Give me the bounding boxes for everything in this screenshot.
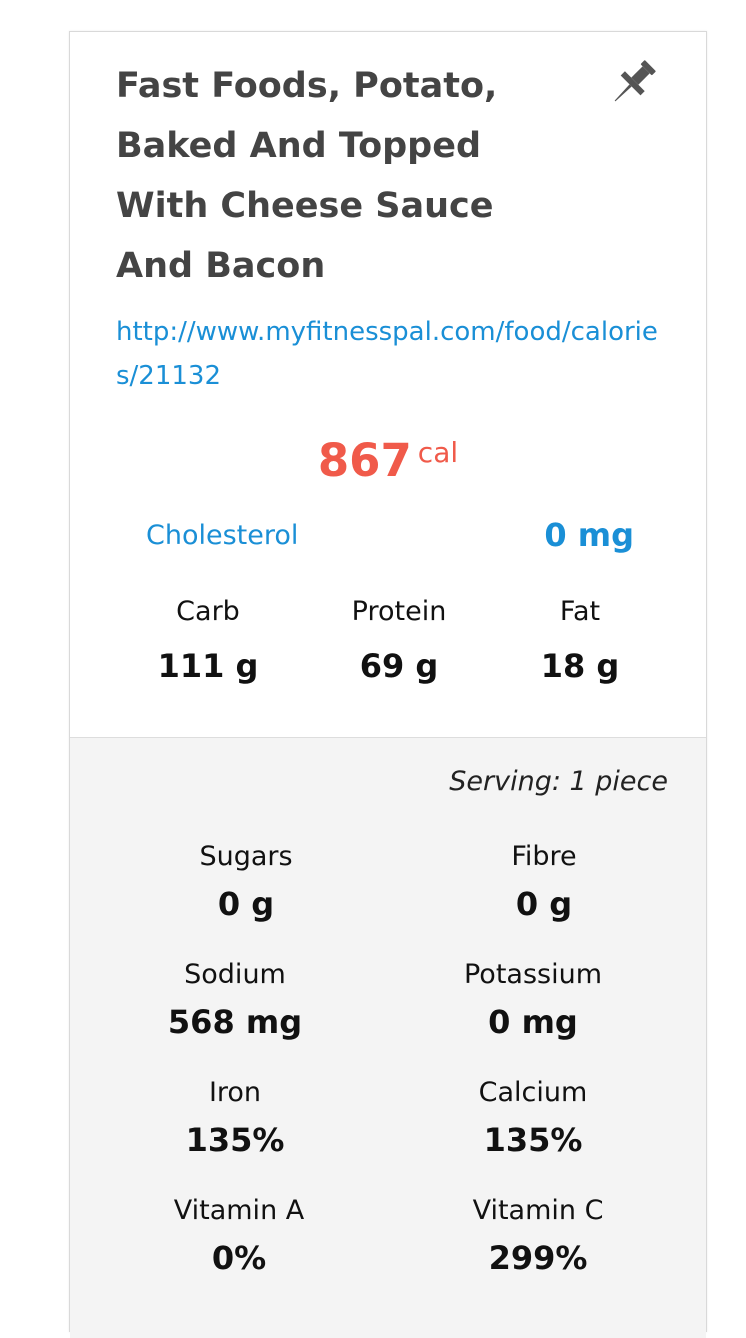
- nutrient-iron: Iron 135%: [105, 1076, 365, 1158]
- nutrient-value: 0%: [211, 1239, 267, 1277]
- nutrient-sodium: Sodium 568 mg: [105, 958, 365, 1040]
- nutrient-value: 568 mg: [167, 1003, 303, 1041]
- nutrient-vitamin-a: Vitamin A 0%: [109, 1194, 369, 1276]
- cholesterol-value: 0 mg: [544, 516, 634, 554]
- nutrient-potassium: Potassium 0 mg: [403, 958, 663, 1040]
- macro-label: Protein: [351, 596, 447, 627]
- serving-size: Serving: 1 piece: [449, 766, 668, 797]
- nutrient-calcium: Calcium 135%: [403, 1076, 663, 1158]
- food-title: Fast Foods, Potato, Baked And Topped Wit…: [116, 66, 498, 286]
- nutrient-sugars: Sugars 0 g: [116, 840, 376, 922]
- food-card: Fast Foods, Potato, Baked And Topped Wit…: [69, 31, 707, 1338]
- macro-value: 18 g: [540, 647, 620, 685]
- macro-value: 69 g: [359, 647, 439, 685]
- nutrient-value: 0 mg: [488, 1003, 578, 1041]
- nutrient-label: Potassium: [463, 959, 603, 990]
- cholesterol-label: Cholesterol: [146, 520, 299, 551]
- nutrient-label: Sodium: [184, 959, 286, 990]
- nutrient-label: Iron: [208, 1077, 262, 1108]
- calories-display: 867 cal: [70, 434, 706, 487]
- nutrient-value: 135%: [185, 1121, 285, 1159]
- nutrient-fibre: Fibre 0 g: [414, 840, 674, 922]
- nutrient-details: Serving: 1 piece Sugars 0 g Fibre 0 g So…: [70, 738, 706, 1338]
- calories-unit: cal: [417, 436, 459, 469]
- nutrient-value: 0 g: [217, 885, 275, 923]
- nutrient-label: Calcium: [478, 1077, 588, 1108]
- calories-value: 867: [317, 434, 412, 487]
- macro-label: Fat: [559, 596, 601, 627]
- nutrient-label: Fibre: [511, 841, 577, 872]
- macro-fat: Fat 18 g: [500, 594, 660, 684]
- macro-protein: Protein 69 g: [319, 594, 479, 684]
- macro-carb: Carb 111 g: [128, 594, 288, 684]
- macro-label: Carb: [176, 596, 240, 627]
- nutrient-vitamin-c: Vitamin C 299%: [408, 1194, 668, 1276]
- nutrient-label: Sugars: [199, 841, 293, 872]
- nutrient-label: Vitamin C: [472, 1195, 604, 1226]
- nutrient-label: Vitamin A: [173, 1195, 305, 1226]
- food-summary: Fast Foods, Potato, Baked And Topped Wit…: [70, 32, 706, 737]
- macro-value: 111 g: [157, 647, 259, 685]
- nutrient-value: 299%: [488, 1239, 588, 1277]
- pin-icon[interactable]: [602, 54, 662, 114]
- nutrient-value: 135%: [483, 1121, 583, 1159]
- nutrient-value: 0 g: [515, 885, 573, 923]
- food-source-link[interactable]: http://www.myfitnesspal.com/food/calorie…: [116, 310, 661, 398]
